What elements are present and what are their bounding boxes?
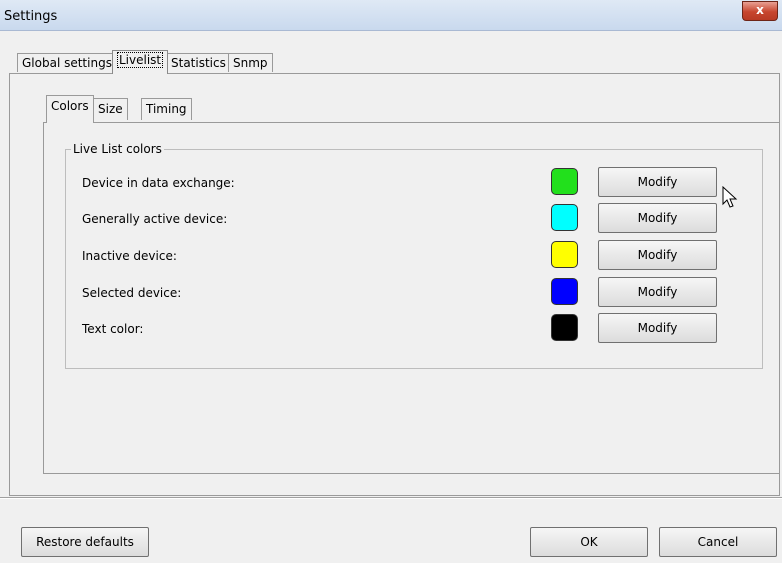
subtab-size[interactable]: Size (93, 98, 128, 120)
close-icon: x (756, 3, 764, 17)
generally-active-device-color-swatch (551, 204, 578, 231)
mouse-cursor-icon (722, 186, 738, 208)
close-button[interactable]: x (742, 1, 778, 21)
modify-text-color-button[interactable]: Modify (598, 313, 717, 343)
tab-snmp[interactable]: Snmp (228, 53, 273, 72)
tab-label: Global settings (22, 56, 112, 70)
footer-divider (0, 497, 782, 499)
subtab-label: Colors (51, 99, 89, 113)
text-color-swatch (551, 314, 578, 341)
tab-label: Snmp (233, 56, 268, 70)
selected-device-color-swatch (551, 278, 578, 305)
modify-device-in-data-exchange-button[interactable]: Modify (598, 167, 717, 197)
restore-defaults-button[interactable]: Restore defaults (21, 527, 149, 557)
subtab-label: Timing (146, 102, 187, 116)
inactive-device-color-swatch (551, 241, 578, 268)
device-in-data-exchange-color-swatch (551, 168, 578, 195)
window-title: Settings (4, 9, 58, 24)
modify-inactive-device-button[interactable]: Modify (598, 240, 717, 270)
tab-global-settings[interactable]: Global settings (17, 53, 117, 72)
title-bar: Settings x (0, 0, 782, 31)
subtab-timing[interactable]: Timing (141, 98, 192, 120)
selected-device-label: Selected device: (82, 286, 182, 300)
ok-button[interactable]: OK (530, 527, 648, 557)
inactive-device-label: Inactive device: (82, 249, 177, 263)
subtab-label: Size (98, 102, 123, 116)
group-legend: Live List colors (71, 142, 164, 156)
tab-label: Statistics (171, 56, 226, 70)
subtab-colors[interactable]: Colors (46, 95, 94, 123)
tab-statistics[interactable]: Statistics (166, 53, 231, 72)
cancel-button[interactable]: Cancel (659, 527, 777, 557)
tab-label: Livelist (117, 52, 164, 68)
modify-selected-device-button[interactable]: Modify (598, 277, 717, 307)
text-color-label: Text color: (82, 322, 144, 336)
modify-generally-active-device-button[interactable]: Modify (598, 203, 717, 233)
generally-active-device-label: Generally active device: (82, 212, 228, 226)
tab-livelist[interactable]: Livelist (112, 50, 169, 74)
device-in-data-exchange-label: Device in data exchange: (82, 176, 235, 190)
